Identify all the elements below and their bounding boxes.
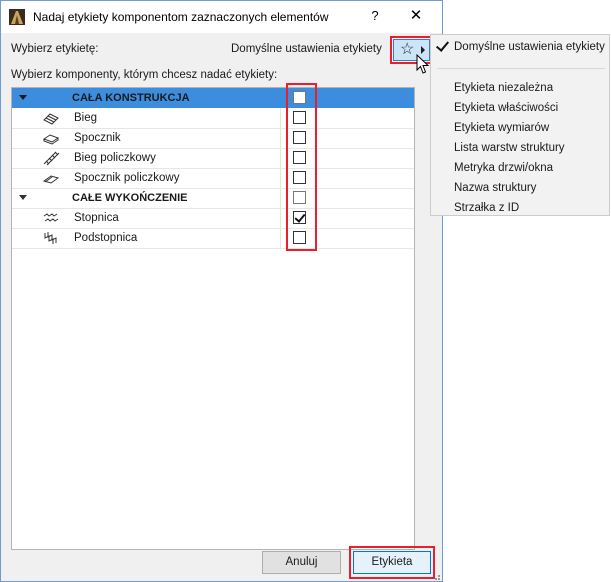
label-select-current-value: Domyślne ustawienia etykiety xyxy=(231,43,382,55)
close-button[interactable]: ✕ xyxy=(401,5,431,27)
resize-grip-icon[interactable] xyxy=(431,571,441,581)
menu-item[interactable]: Etykieta właściwości xyxy=(431,98,609,118)
menu-item-label: Etykieta właściwości xyxy=(454,102,559,114)
menu-item-default-settings[interactable]: Domyślne ustawienia etykiety xyxy=(431,37,609,57)
tree-group-row[interactable]: CAŁE WYKOŃCZENIE xyxy=(12,188,414,208)
menu-item[interactable]: Strzałka z ID xyxy=(431,198,609,218)
menu-item-label: Metryka drzwi/okna xyxy=(454,162,554,174)
menu-item[interactable]: Nazwa struktury xyxy=(431,178,609,198)
item-label: Spocznik policzkowy xyxy=(74,172,180,184)
menu-item[interactable]: Etykieta niezależna xyxy=(431,78,609,98)
menu-item[interactable]: Metryka drzwi/okna xyxy=(431,158,609,178)
menu-item-label: Etykieta wymiarów xyxy=(454,122,550,134)
title-bar: Nadaj etykiety komponentom zaznaczonych … xyxy=(1,1,442,33)
components-prompt: Wybierz komponenty, którym chcesz nadać … xyxy=(11,69,278,81)
tree-item-row[interactable]: Stopnica xyxy=(12,208,414,228)
item-label: Bieg xyxy=(74,112,98,124)
menu-item-label: Domyślne ustawienia etykiety xyxy=(454,41,605,53)
tree-item-row[interactable]: Bieg xyxy=(12,108,414,128)
riser-icon xyxy=(44,232,57,244)
mouse-cursor-icon xyxy=(416,54,430,74)
label-type-menu: Domyślne ustawienia etykiety Etykieta ni… xyxy=(430,34,610,216)
menu-item-label: Strzałka z ID xyxy=(454,202,520,214)
landing-icon xyxy=(42,134,60,145)
group-label: CAŁA KONSTRUKCJA xyxy=(72,92,190,104)
help-button[interactable]: ? xyxy=(363,5,387,27)
cancel-button[interactable]: Anuluj xyxy=(262,551,341,574)
stringer-run-icon xyxy=(43,151,60,166)
tree-item-row[interactable]: Bieg policzkowy xyxy=(12,148,414,168)
item-label: Bieg policzkowy xyxy=(74,152,156,164)
group-label: CAŁE WYKOŃCZENIE xyxy=(72,192,188,204)
menu-item[interactable]: Etykieta wymiarów xyxy=(431,118,609,138)
archicad-app-icon xyxy=(9,9,25,25)
row-divider xyxy=(12,248,414,249)
tree-group-row[interactable]: CAŁA KONSTRUKCJA xyxy=(12,88,414,108)
menu-item-label: Nazwa struktury xyxy=(454,182,537,194)
checkmark-icon xyxy=(435,38,450,52)
stair-run-icon xyxy=(43,113,59,125)
label-select-prompt: Wybierz etykietę: xyxy=(11,43,99,55)
stringer-landing-icon xyxy=(42,175,60,184)
expand-triangle-icon[interactable] xyxy=(19,195,27,200)
menu-item-label: Lista warstw struktury xyxy=(454,142,565,154)
item-label: Spocznik xyxy=(74,132,121,144)
tree-item-row[interactable]: Podstopnica xyxy=(12,228,414,248)
item-label: Podstopnica xyxy=(74,232,138,244)
tree-item-row[interactable]: Spocznik xyxy=(12,128,414,148)
menu-item[interactable]: Lista warstw struktury xyxy=(431,138,609,158)
components-tree: CAŁA KONSTRUKCJA Bieg Spocznik Bieg poli… xyxy=(11,87,415,550)
tree-item-row[interactable]: Spocznik policzkowy xyxy=(12,168,414,188)
menu-separator xyxy=(437,68,605,69)
tread-icon xyxy=(43,213,59,222)
ok-button-highlight xyxy=(349,546,435,579)
menu-item-label: Etykieta niezależna xyxy=(454,82,554,94)
label-components-dialog: Nadaj etykiety komponentom zaznaczonych … xyxy=(0,0,443,582)
expand-triangle-icon[interactable] xyxy=(19,95,27,100)
window-title: Nadaj etykiety komponentom zaznaczonych … xyxy=(33,10,329,24)
item-label: Stopnica xyxy=(74,212,119,224)
checkbox-column-highlight xyxy=(286,83,317,251)
